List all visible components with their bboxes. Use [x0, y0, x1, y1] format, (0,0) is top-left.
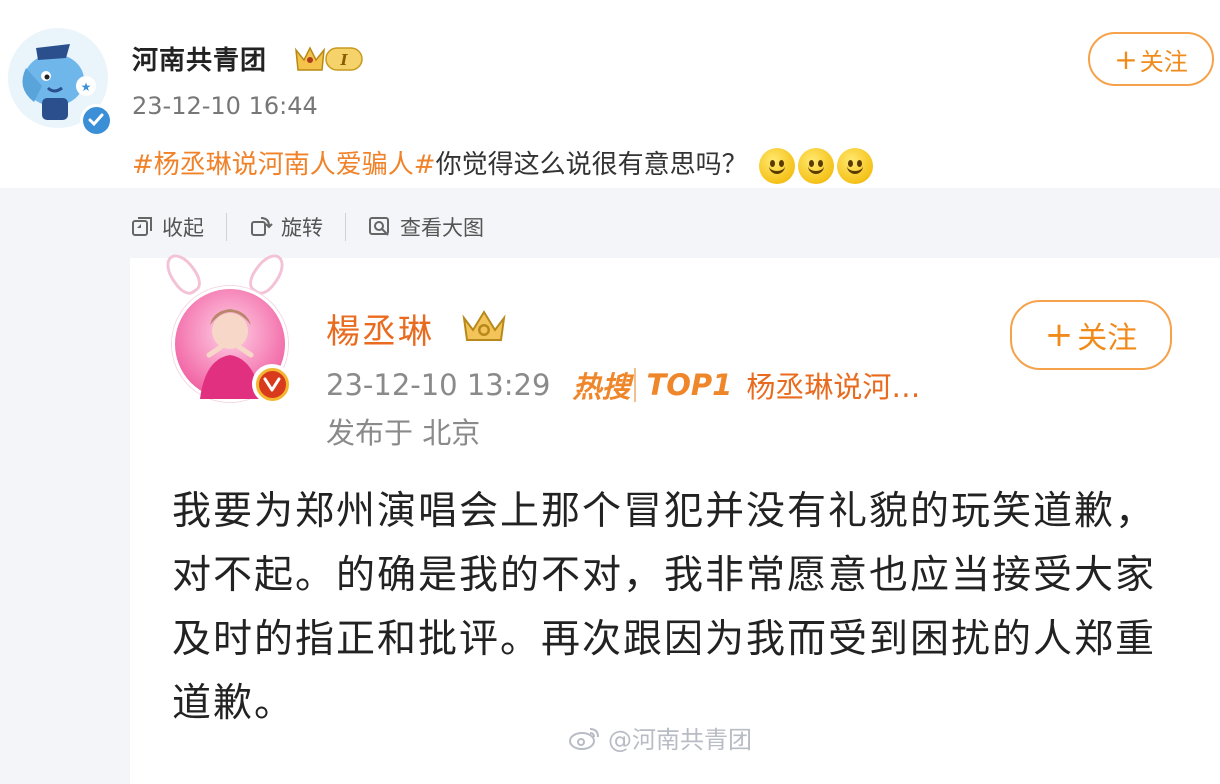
verified-check-icon [263, 377, 281, 392]
post-body-text: 你觉得这么说很有意思吗？ [435, 150, 748, 180]
collapse-button[interactable]: 收起 [130, 212, 204, 242]
toolbar-divider [345, 213, 346, 241]
view-large-label: 查看大图 [400, 216, 484, 240]
rank-label: TOP1 [634, 368, 732, 402]
embedded-timestamp: 23-12-10 13:29 [326, 368, 551, 402]
embedded-follow-button[interactable]: + 关注 [1010, 300, 1172, 370]
post-text: #杨丞琳说河南人爱骗人#你觉得这么说很有意思吗？ [132, 144, 873, 184]
crown-level-badge-icon: I [295, 46, 363, 71]
follow-label: 关注 [1139, 47, 1188, 76]
author-name[interactable]: 河南共青团 [132, 40, 267, 77]
crown-icon [462, 310, 506, 341]
embedded-author-name[interactable]: 楊丞琳 [326, 304, 434, 353]
collapse-icon [132, 217, 152, 236]
embedded-post-card: 楊丞琳 23-12-10 13:29 热搜 TOP1 杨丞琳说河… 发布于 北京… [130, 248, 1220, 784]
watermark: @河南共青团 [568, 720, 752, 755]
embedded-follow-label: 关注 [1077, 321, 1138, 356]
watermark-text: @河南共青团 [608, 726, 752, 754]
view-large-button[interactable]: 查看大图 [368, 212, 484, 242]
follow-button[interactable]: + 关注 [1088, 32, 1214, 86]
svg-text:★: ★ [81, 80, 92, 94]
verified-badge [80, 104, 112, 136]
view-large-icon [369, 217, 389, 236]
collapse-label: 收起 [162, 216, 204, 240]
image-toolbar: 收起 旋转 查看大图 [130, 212, 484, 242]
smile-emoji-icon [758, 147, 795, 184]
plus-icon: + [1114, 42, 1138, 76]
image-viewer-panel: 收起 旋转 查看大图 楊丞琳 23-12-10 13:29 热搜 TOP1 杨丞… [0, 188, 1220, 784]
embedded-meta: 23-12-10 13:29 热搜 TOP1 杨丞琳说河… [326, 364, 920, 406]
embedded-location: 发布于 北京 [326, 416, 481, 450]
smile-emoji-icon [836, 147, 873, 184]
toolbar-divider [226, 213, 227, 241]
rotate-icon [251, 217, 273, 236]
hashtag-link[interactable]: #杨丞琳说河南人爱骗人# [132, 150, 436, 180]
level-number: I [339, 51, 348, 69]
plus-icon: + [1044, 315, 1074, 355]
verified-check-icon [88, 113, 104, 127]
smile-emoji-icon [797, 147, 834, 184]
rotate-button[interactable]: 旋转 [249, 212, 323, 242]
rotate-label: 旋转 [281, 216, 323, 240]
weibo-logo-icon [569, 727, 599, 750]
embedded-verified-badge [252, 364, 292, 404]
embedded-post-body: 我要为郑州演唱会上那个冒犯并没有礼貌的玩笑道歉，对不起。的确是我的不对，我非常愿… [172, 489, 1157, 726]
post-timestamp: 23-12-10 16:44 [132, 92, 318, 120]
weibo-post: ★ 河南共青团 I 23-12-10 16:44 + 关注 #杨丞琳说河南人爱骗… [0, 0, 1220, 784]
hot-search-label: 热搜 [572, 370, 631, 404]
hot-topic-link[interactable]: 杨丞琳说河… [746, 364, 920, 406]
